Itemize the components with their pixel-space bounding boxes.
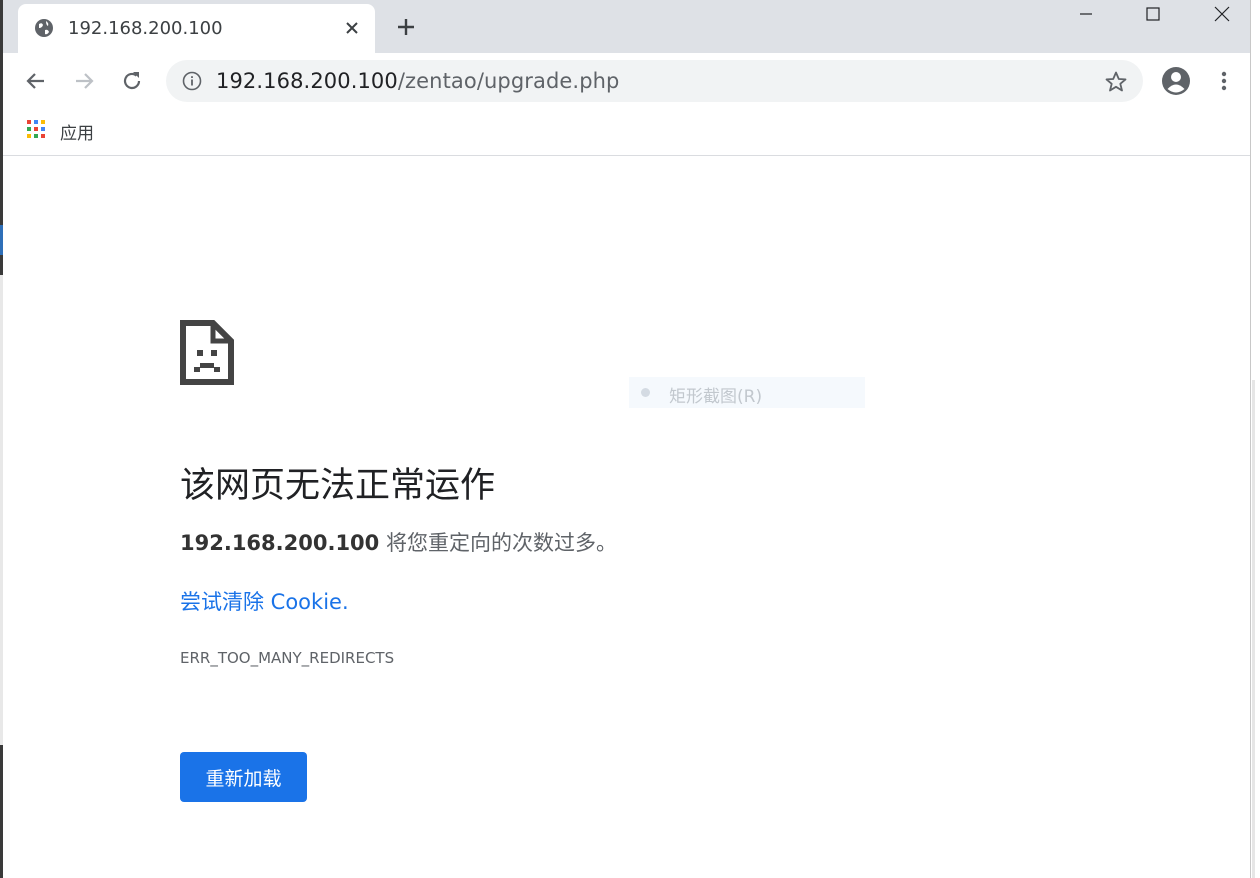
error-host: 192.168.200.100 <box>180 531 380 555</box>
clear-cookies-link[interactable]: 尝试清除 Cookie. <box>180 586 349 616</box>
tab-title: 192.168.200.100 <box>68 18 223 39</box>
menu-button[interactable] <box>1210 67 1238 95</box>
error-page: 该网页无法正常运作 192.168.200.100 将您重定向的次数过多。 尝试… <box>3 157 1255 878</box>
new-tab-button[interactable] <box>395 16 417 38</box>
error-message: 将您重定向的次数过多。 <box>379 531 617 555</box>
refresh-icon <box>123 72 141 90</box>
toolbar: 192.168.200.100/zentao/upgrade.php <box>3 53 1255 109</box>
window-right-edge <box>1250 0 1255 878</box>
window-right-edge-shade <box>1252 380 1255 878</box>
bookmarks-bar: 应用 <box>3 109 1255 156</box>
plus-icon <box>398 19 414 35</box>
tab-close-button[interactable] <box>341 17 363 39</box>
apps-link[interactable]: 应用 <box>60 119 94 144</box>
profile-button[interactable] <box>1161 66 1191 96</box>
error-description: 192.168.200.100 将您重定向的次数过多。 <box>180 527 617 557</box>
tab-strip: 192.168.200.100 <box>3 0 1255 53</box>
minimize-button[interactable] <box>1055 0 1117 28</box>
reload-toolbar-button[interactable] <box>118 67 146 95</box>
error-title: 该网页无法正常运作 <box>180 466 496 506</box>
globe-icon <box>35 19 53 37</box>
sad-document-icon <box>180 320 234 385</box>
star-icon[interactable] <box>1104 70 1128 94</box>
arrow-right-icon <box>76 73 94 89</box>
url-host: 192.168.200.100 <box>216 69 398 93</box>
error-code: ERR_TOO_MANY_REDIRECTS <box>180 649 395 667</box>
apps-grid-icon[interactable] <box>26 119 46 139</box>
arrow-left-icon <box>26 73 44 89</box>
window-close-button[interactable] <box>1191 0 1253 28</box>
reload-button[interactable]: 重新加载 <box>180 752 307 802</box>
back-button[interactable] <box>22 67 50 95</box>
url-path: /zentao/upgrade.php <box>397 69 620 93</box>
snip-dot-icon <box>641 388 650 397</box>
more-vert-icon <box>1221 71 1227 91</box>
close-icon <box>1214 6 1230 22</box>
info-icon[interactable] <box>182 71 202 91</box>
account-circle-icon <box>1162 67 1190 95</box>
url-text[interactable]: 192.168.200.100/zentao/upgrade.php <box>216 69 619 93</box>
address-bar[interactable]: 192.168.200.100/zentao/upgrade.php <box>166 60 1143 102</box>
screenshot-tool-tooltip[interactable]: 矩形截图(R) <box>629 377 865 408</box>
forward-button[interactable] <box>70 67 98 95</box>
close-icon <box>346 22 358 34</box>
maximize-icon <box>1146 7 1160 21</box>
minimize-icon <box>1080 13 1092 15</box>
snip-label: 矩形截图(R) <box>669 387 763 407</box>
tab-active[interactable]: 192.168.200.100 <box>18 4 375 53</box>
maximize-button[interactable] <box>1122 0 1184 28</box>
browser-window: 192.168.200.100 192.168.200.100/zentao/u… <box>3 0 1255 878</box>
